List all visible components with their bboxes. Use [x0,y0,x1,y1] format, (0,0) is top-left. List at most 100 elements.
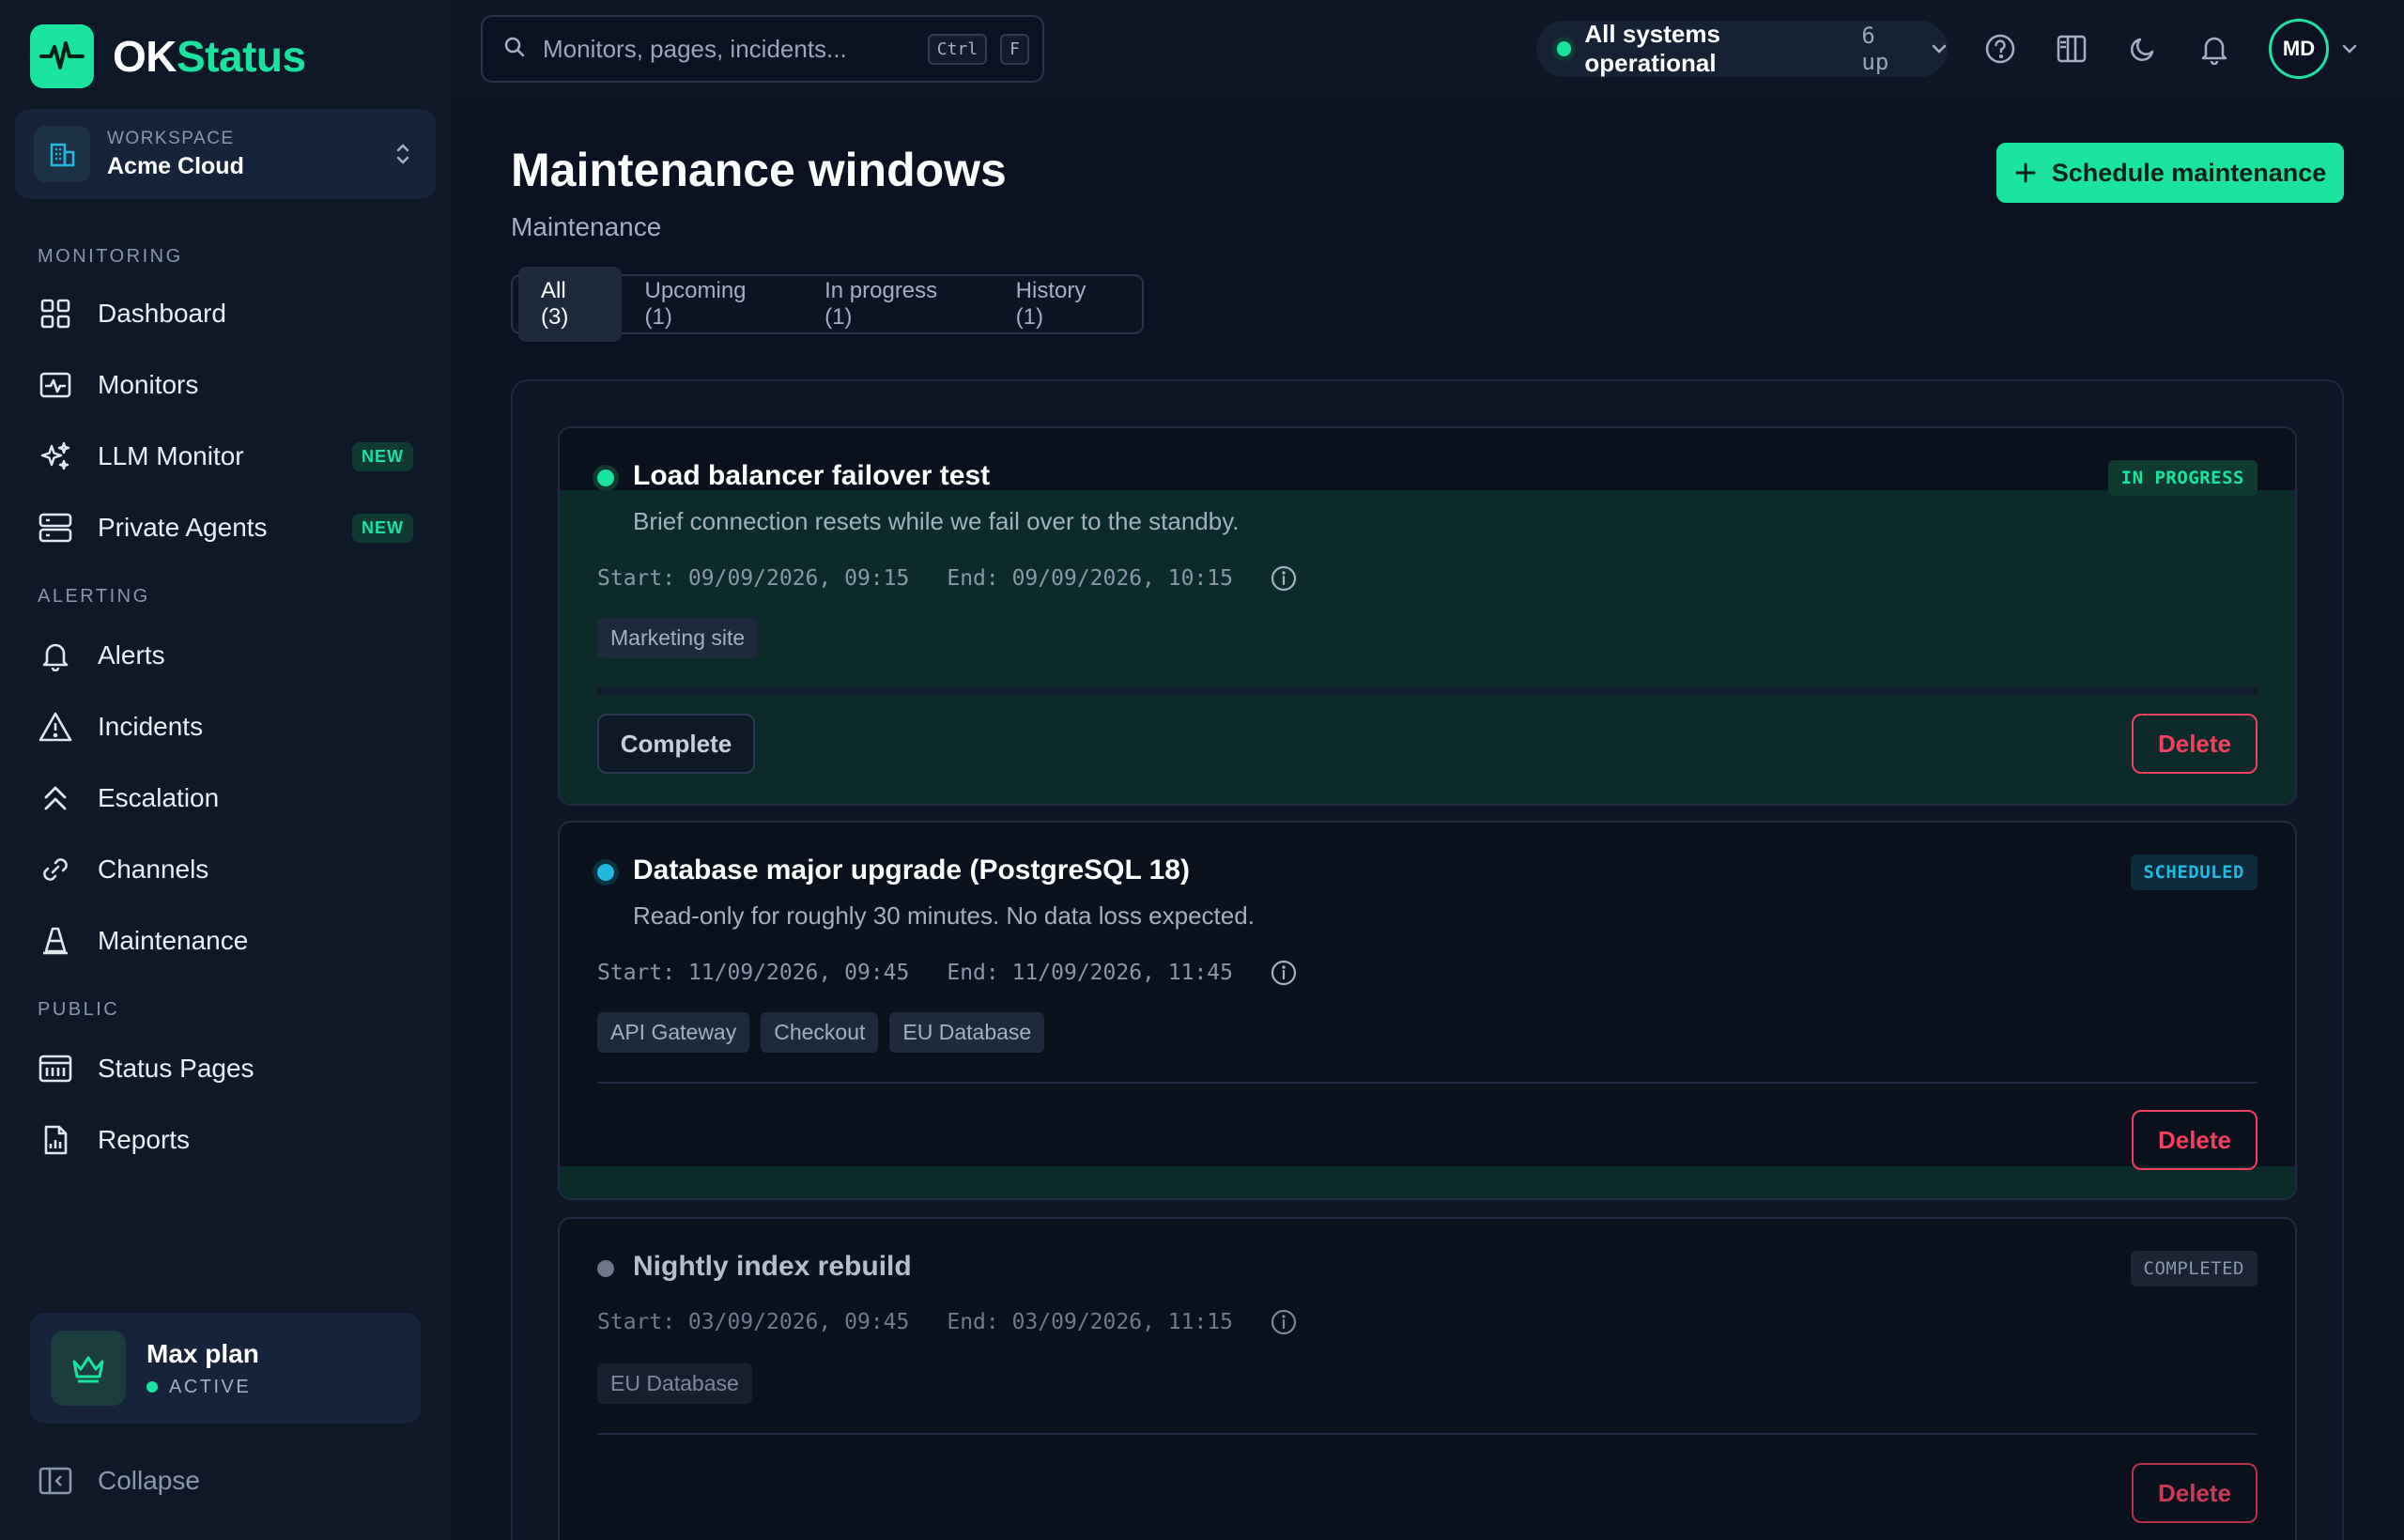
sidebar-item-dashboard[interactable]: Dashboard [38,287,413,340]
info-icon[interactable] [1271,565,1297,592]
maintenance-title: Nightly index rebuild [633,1251,912,1282]
bell-icon[interactable] [2196,30,2233,68]
workspace-name: Acme Cloud [107,152,244,179]
topbar: Monitors, pages, incidents... Ctrl F All… [451,0,2404,98]
report-icon [38,1122,73,1158]
schedule-maintenance-button[interactable]: Schedule maintenance [1996,143,2344,203]
maintenance-description: Read-only for roughly 30 minutes. No dat… [633,901,1255,930]
moon-icon[interactable] [2124,30,2162,68]
status-dot [597,1260,614,1277]
brand-logo[interactable]: OKStatus [30,24,306,88]
kbd-ctrl: Ctrl [927,33,988,65]
maintenance-card: Nightly index rebuild COMPLETED Start: 0… [558,1217,2297,1540]
sidebar-item-maintenance[interactable]: Maintenance [38,915,413,967]
sidebar-item-reports[interactable]: Reports [38,1114,413,1166]
sidebar-item-label: Alerts [98,640,165,670]
monitor-tag: Marketing site [597,618,759,658]
sidebar-item-label: Status Pages [98,1054,254,1083]
system-status-text: All systems operational [1584,20,1720,77]
workspace-label: WORKSPACE [107,128,235,148]
link-icon [38,852,73,887]
avatar[interactable]: MD [2269,19,2329,79]
maintenance-title: Database major upgrade (PostgreSQL 18) [633,855,1190,886]
tab-in-progress[interactable]: In progress (1) [802,267,994,342]
sidebar-item-alerts[interactable]: Alerts [38,629,413,682]
sidebar-item-label: LLM Monitor [98,441,244,470]
info-icon[interactable] [1271,960,1297,986]
plan-name: Max plan [146,1338,259,1368]
sidebar-item-llm-monitor[interactable]: LLM Monitor NEW [38,430,413,483]
tab-all[interactable]: All (3) [518,267,623,342]
chevron-updown-icon [394,141,411,172]
search-input[interactable]: Monitors, pages, incidents... Ctrl F [481,15,1044,83]
end-time: End: 09/09/2026, 10:15 [947,566,1233,591]
monitor-tag: EU Database [889,1012,1045,1053]
sidebar-item-label: Private Agents [98,513,268,542]
up-count: 6 up [1861,23,1889,75]
schedule-maintenance-label: Schedule maintenance [2051,158,2327,187]
sidebar-item-monitors[interactable]: Monitors [38,359,413,411]
help-icon[interactable] [1981,30,2019,68]
delete-button[interactable]: Delete [2132,1110,2258,1170]
sidebar-item-label: Escalation [98,783,220,812]
search-placeholder: Monitors, pages, incidents... [543,34,847,63]
pulse-logo-icon [30,24,94,88]
plan-status: ACTIVE [169,1376,252,1397]
brand-name-b: Status [177,32,306,81]
grid-icon [38,296,73,331]
maintenance-schedule: Start: 03/09/2026, 09:45 End: 03/09/2026… [597,1309,1297,1335]
chevron-down-icon[interactable] [2340,32,2359,66]
kbd-f: F [1000,33,1029,65]
collapse-button[interactable]: Collapse [38,1463,200,1499]
brand-name-a: OK [113,32,177,81]
sidebar-item-label: Dashboard [98,299,226,328]
tab-history[interactable]: History (1) [994,267,1142,342]
building-icon [34,126,90,182]
sidebar-item-private-agents[interactable]: Private Agents NEW [38,501,413,554]
filter-tabs: All (3) Upcoming (1) In progress (1) His… [511,267,1144,342]
delete-button[interactable]: Delete [2132,714,2258,774]
status-badge: SCHEDULED [2130,855,2258,890]
sidebar-collapse-icon [38,1463,73,1499]
section-public: PUBLIC [38,999,120,1020]
sidebar-item-status-pages[interactable]: Status Pages [38,1042,413,1095]
layout-icon[interactable] [2053,30,2090,68]
start-time: Start: 03/09/2026, 09:45 [597,1310,910,1334]
monitor-tag: API Gateway [597,1012,750,1053]
sidebar-item-label: Channels [98,855,209,884]
affected-monitors: Marketing site [597,618,769,658]
maintenance-description: Brief connection resets while we fail ov… [633,507,1240,535]
end-time: End: 11/09/2026, 11:45 [947,961,1233,985]
calendar-grid-icon [38,1051,73,1086]
affected-monitors: API Gateway Checkout EU Database [597,1012,1056,1053]
complete-button[interactable]: Complete [597,714,755,774]
workspace-switcher[interactable]: WORKSPACE Acme Cloud [15,109,436,199]
status-badge: IN PROGRESS [2107,460,2258,496]
system-status-pill[interactable]: All systems operational 6 up [1536,20,1948,77]
page-title: Maintenance windows [511,144,1007,196]
warning-icon [38,709,73,745]
sidebar: OKStatus WORKSPACE Acme Cloud MONITORING… [0,0,451,1540]
collapse-label: Collapse [98,1466,200,1495]
new-badge: NEW [352,441,413,471]
start-time: Start: 11/09/2026, 09:45 [597,961,910,985]
end-time: End: 03/09/2026, 11:15 [947,1310,1233,1334]
breadcrumb: Maintenance [511,212,662,241]
sidebar-item-channels[interactable]: Channels [38,843,413,896]
affected-monitors: EU Database [597,1363,763,1404]
section-monitoring: MONITORING [38,246,183,267]
tab-upcoming[interactable]: Upcoming (1) [622,267,802,342]
delete-button[interactable]: Delete [2132,1463,2258,1523]
status-dot [597,470,614,486]
status-dot [1557,41,1572,56]
sidebar-item-incidents[interactable]: Incidents [38,701,413,753]
active-dot [146,1381,158,1393]
bell-icon [38,638,73,673]
new-badge: NEW [352,513,413,543]
status-badge: COMPLETED [2130,1251,2258,1286]
in-progress-highlight [560,490,2295,804]
sidebar-item-escalation[interactable]: Escalation [38,772,413,824]
maintenance-card: Database major upgrade (PostgreSQL 18) S… [558,821,2297,1200]
info-icon[interactable] [1271,1309,1297,1335]
plan-card[interactable]: Max plan ACTIVE [30,1313,421,1424]
